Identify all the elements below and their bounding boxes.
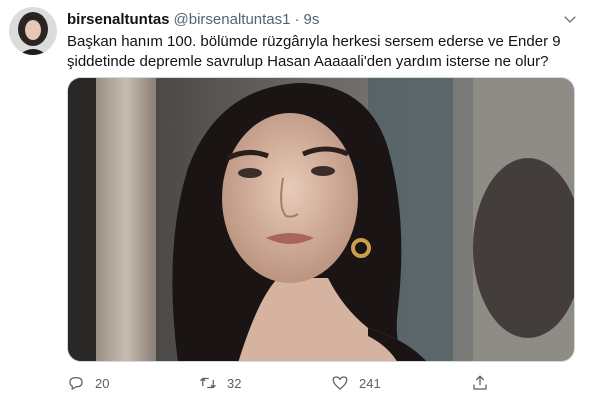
share-icon	[473, 375, 487, 390]
reply-count: 20	[95, 375, 110, 391]
tweet-text-line: şiddetinde depremle savrulup Hasan Aaaaa…	[67, 53, 549, 70]
avatar[interactable]	[9, 7, 57, 55]
reply-button[interactable]: 20	[67, 371, 109, 395]
share-button[interactable]	[471, 371, 489, 395]
reply-icon	[69, 377, 83, 391]
tweet-text: Başkan hanım 100. bölümde rüzgârıyla her…	[67, 32, 572, 72]
like-button[interactable]: 241	[331, 371, 381, 395]
tweet-photo[interactable]	[67, 77, 575, 362]
separator-dot: ·	[294, 10, 300, 28]
tweet-text-line: Başkan hanım 100. bölümde rüzgârıyla her…	[67, 33, 561, 50]
tweet-actions: 20 32 241	[67, 371, 517, 395]
retweet-count: 32	[227, 375, 242, 391]
tweet-timestamp[interactable]: 9s	[304, 11, 320, 28]
retweet-button[interactable]: 32	[199, 371, 241, 395]
like-count: 241	[359, 375, 381, 391]
retweet-icon	[200, 377, 216, 389]
tweet[interactable]: birsenaltuntas @birsenaltuntas1 · 9s Baş…	[0, 0, 591, 405]
heart-icon	[332, 376, 348, 390]
user-handle[interactable]: @birsenaltuntas1	[174, 11, 291, 28]
display-name[interactable]: birsenaltuntas	[67, 11, 170, 28]
tweet-header: birsenaltuntas @birsenaltuntas1 · 9s	[67, 9, 561, 29]
chevron-down-icon[interactable]	[563, 12, 577, 26]
